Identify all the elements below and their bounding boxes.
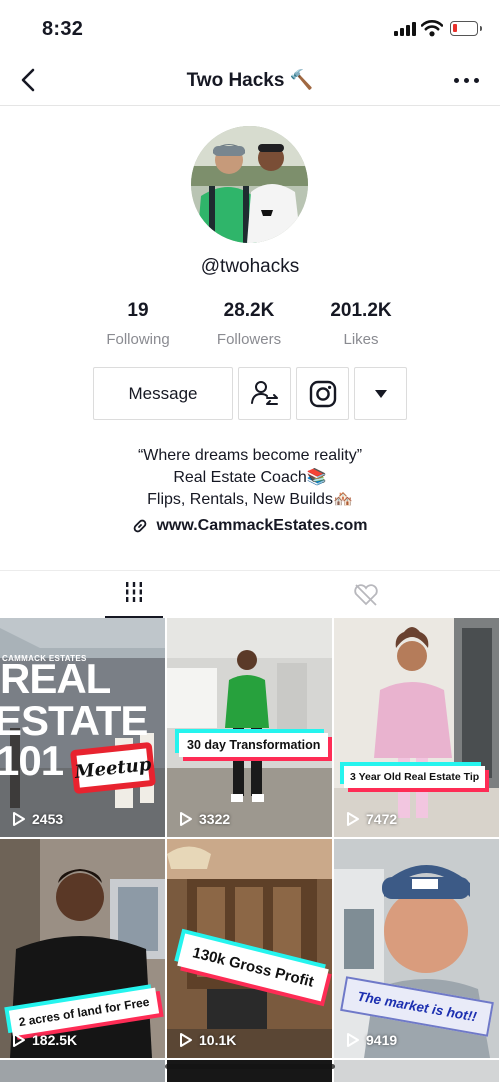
liked-hidden-icon[interactable]	[352, 583, 380, 607]
status-bar: 8:32	[0, 0, 500, 56]
message-button[interactable]: Message	[93, 367, 233, 420]
view-count-text: 3322	[199, 811, 231, 827]
website-link[interactable]: www.CammackEstates.com	[0, 517, 500, 535]
avatar-photo	[191, 126, 308, 243]
overlay-title-line: REAL	[0, 655, 111, 702]
link-icon	[134, 519, 147, 533]
view-count-text: 10.1K	[199, 1032, 237, 1048]
bio-line: “Where dreams become reality”	[137, 447, 363, 464]
home-indicator[interactable]	[165, 1064, 335, 1069]
video-thumbnail[interactable]: 30 day Transformation 3322	[167, 618, 332, 837]
play-icon	[180, 812, 192, 826]
video-thumbnail[interactable]: 3 Year Old Real Estate Tip 7472	[334, 618, 499, 837]
suggested-accounts-button[interactable]	[354, 367, 407, 420]
battery-icon	[450, 21, 482, 36]
bio-line: Flips, Rentals, New Builds🏘️	[147, 491, 353, 508]
likes-count: 201.2K	[330, 300, 392, 321]
instagram-button[interactable]	[296, 367, 349, 420]
instagram-icon	[309, 380, 336, 407]
following-count: 19	[127, 300, 149, 321]
view-count: 10.1K	[179, 1032, 236, 1048]
signal-icon	[394, 22, 416, 36]
nav-bar: Two Hacks 🔨	[0, 56, 500, 106]
view-count-text: 2453	[32, 811, 64, 827]
view-count-text: 7472	[366, 811, 398, 827]
overlay-title-line: ESTATE	[0, 697, 148, 744]
view-count: 9419	[346, 1032, 397, 1048]
bio-line: Real Estate Coach📚	[173, 469, 327, 486]
play-icon	[180, 1033, 192, 1047]
view-count-text: 9419	[366, 1032, 398, 1048]
followers-count: 28.2K	[223, 300, 275, 321]
video-thumbnail[interactable]: 130k Gross Profit 10.1K	[167, 839, 332, 1058]
video-thumbnail[interactable]	[334, 1060, 499, 1082]
view-count: 2453	[12, 811, 63, 827]
page-title: Two Hacks 🔨	[186, 70, 314, 91]
view-count: 7472	[346, 811, 397, 827]
video-thumbnail[interactable]: The market is hot!! 9419	[334, 839, 499, 1058]
following-label: Following	[106, 331, 170, 348]
bio: “Where dreams become reality” Real Estat…	[0, 445, 500, 511]
likes-label: Likes	[343, 331, 379, 348]
more-icon[interactable]	[454, 78, 480, 84]
followers-label: Followers	[216, 331, 282, 348]
view-count: 3322	[179, 811, 230, 827]
video-caption: 3 Year Old Real Estate Tip	[344, 766, 486, 788]
view-count: 182.5K	[12, 1032, 77, 1048]
thumbnail-image	[167, 618, 332, 837]
video-thumbnail[interactable]	[0, 1060, 165, 1082]
tab-videos[interactable]	[105, 581, 163, 617]
overlay-title-line: 101	[0, 737, 64, 784]
status-time: 8:32	[42, 18, 84, 40]
profile-tabs	[0, 570, 500, 618]
stat-likes[interactable]: 201.2K Likes	[301, 300, 421, 348]
caret-down-icon	[374, 389, 387, 398]
play-icon	[347, 1033, 359, 1047]
thumbnail-image	[334, 618, 499, 837]
video-caption: Meetup	[69, 741, 157, 795]
play-icon	[347, 812, 359, 826]
website-link-text: www.CammackEstates.com	[156, 517, 368, 534]
video-caption: 30 day Transformation	[179, 733, 329, 757]
video-thumbnail[interactable]: 2 acres of land for Free 182.5K	[0, 839, 165, 1058]
stat-followers[interactable]: 28.2K Followers	[189, 300, 309, 348]
username: @twohacks	[200, 256, 300, 277]
play-icon	[13, 812, 25, 826]
stat-following[interactable]: 19 Following	[78, 300, 198, 348]
avatar[interactable]	[191, 126, 308, 243]
user-swap-icon	[250, 380, 278, 405]
play-icon	[13, 1033, 25, 1047]
follow-toggle-button[interactable]	[238, 367, 291, 420]
grid-icon	[126, 582, 142, 602]
video-thumbnail[interactable]: CAMMACK ESTATES REAL ESTATE 101 Meetup 2…	[0, 618, 165, 837]
view-count-text: 182.5K	[32, 1032, 78, 1048]
wifi-icon	[421, 20, 443, 37]
